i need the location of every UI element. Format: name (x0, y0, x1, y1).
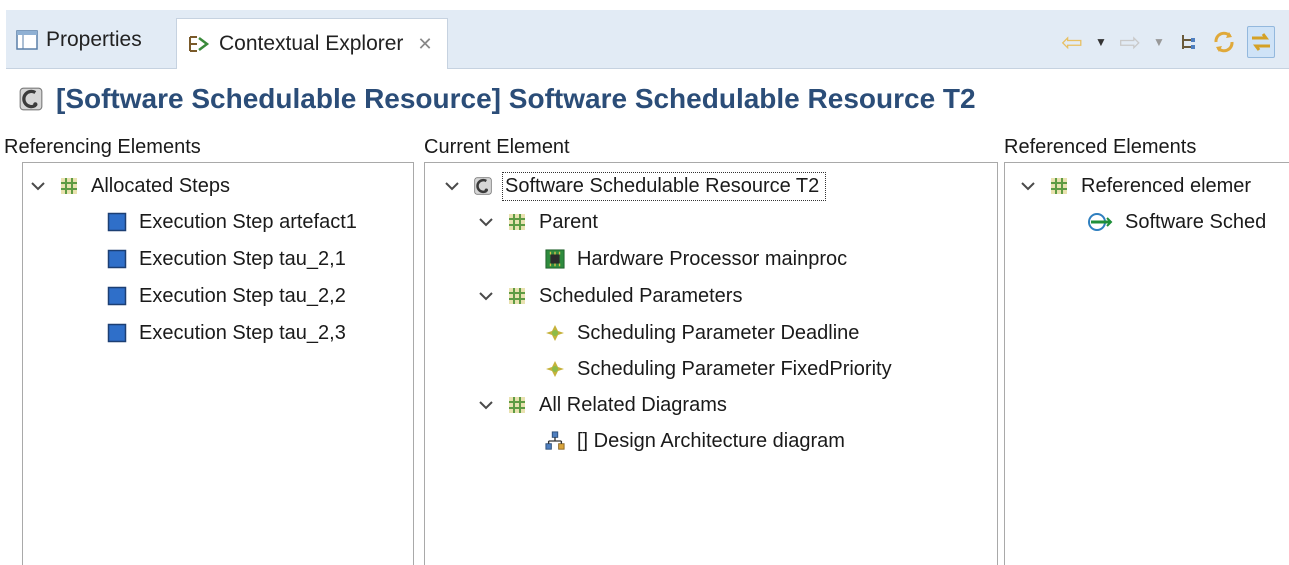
chevron-down-icon[interactable] (1019, 177, 1037, 195)
tree-node-label: Referenced elemer (1081, 174, 1252, 197)
refresh-icon[interactable] (1211, 27, 1237, 57)
tree-node-label: [] Design Architecture diagram (577, 429, 845, 452)
tree-node-label: Software Sched (1125, 210, 1267, 233)
referencing-elements-tree[interactable]: Allocated Steps Execution Step artefact1… (22, 162, 414, 565)
tree-node-label: All Related Diagrams (539, 393, 727, 416)
tree-node-design-diagram[interactable]: [] Design Architecture diagram (545, 424, 845, 458)
tree-node-software-schedulable[interactable]: Software Sched (1087, 205, 1266, 239)
chevron-down-icon[interactable] (443, 177, 461, 195)
package-icon (59, 176, 79, 196)
tree-node-execution-step[interactable]: Execution Step tau_2,1 (107, 242, 346, 276)
scheduling-parameter-icon (545, 359, 565, 379)
tree-node-label: Execution Step tau_2,2 (139, 284, 346, 307)
software-schedulable-resource-icon (18, 86, 44, 112)
execution-step-icon (107, 249, 127, 269)
tree-layout-icon[interactable] (1175, 27, 1201, 57)
scheduling-parameter-icon (545, 323, 565, 343)
tree-node-current-element[interactable]: Software Schedulable Resource T2 (443, 169, 827, 203)
tree-node-label: Execution Step tau_2,3 (139, 321, 346, 344)
tree-node-scheduling-parameter[interactable]: Scheduling Parameter FixedPriority (545, 352, 892, 386)
tree-node-execution-step[interactable]: Execution Step artefact1 (107, 205, 357, 239)
forward-arrow-icon[interactable]: ⇨ (1117, 27, 1143, 57)
package-icon (507, 212, 527, 232)
current-element-label: Current Element (424, 136, 570, 158)
referenced-elements-tree[interactable]: Referenced elemer Software Sched (1004, 162, 1289, 565)
software-schedulable-resource-icon (473, 176, 493, 196)
tree-node-label: Software Schedulable Resource T2 (501, 171, 827, 201)
back-dropdown-icon[interactable]: ▼ (1095, 27, 1107, 57)
diagram-icon (545, 431, 565, 451)
current-element-tree[interactable]: Software Schedulable Resource T2 Parent … (424, 162, 998, 565)
tree-node-label: Scheduling Parameter Deadline (577, 321, 860, 344)
tree-node-referenced-elements[interactable]: Referenced elemer (1019, 169, 1251, 203)
tree-node-all-related-diagrams[interactable]: All Related Diagrams (477, 388, 727, 422)
view-tab-bar: Properties Contextual Explorer ✕ ⇦ ▼ ⇨ ▼ (6, 10, 1289, 69)
tree-node-execution-step[interactable]: Execution Step tau_2,2 (107, 279, 346, 313)
tab-contextual-explorer[interactable]: Contextual Explorer ✕ (176, 18, 448, 69)
tree-node-scheduled-parameters[interactable]: Scheduled Parameters (477, 279, 742, 313)
tree-node-label: Scheduling Parameter FixedPriority (577, 357, 892, 380)
tree-node-allocated-steps[interactable]: Allocated Steps (29, 169, 230, 203)
hardware-processor-icon (545, 249, 565, 269)
tree-node-execution-step[interactable]: Execution Step tau_2,3 (107, 316, 346, 350)
tree-node-label: Allocated Steps (91, 174, 230, 197)
back-arrow-icon[interactable]: ⇦ (1059, 27, 1085, 57)
tree-node-label: Scheduled Parameters (539, 284, 743, 307)
tree-node-scheduling-parameter[interactable]: Scheduling Parameter Deadline (545, 316, 859, 350)
execution-step-icon (107, 212, 127, 232)
package-icon (507, 395, 527, 415)
package-icon (1049, 176, 1069, 196)
chevron-down-icon[interactable] (29, 177, 47, 195)
tree-node-hardware-processor[interactable]: Hardware Processor mainproc (545, 242, 847, 276)
referenced-elements-label: Referenced Elements (1004, 136, 1197, 158)
tab-properties-label: Properties (46, 28, 142, 51)
forward-dropdown-icon[interactable]: ▼ (1153, 27, 1165, 57)
tree-node-parent[interactable]: Parent (477, 205, 598, 239)
execution-step-icon (107, 323, 127, 343)
chevron-down-icon[interactable] (477, 396, 495, 414)
tree-node-label: Hardware Processor mainproc (577, 247, 848, 270)
tree-node-label: Execution Step artefact1 (139, 210, 357, 233)
view-toolbar: ⇦ ▼ ⇨ ▼ (1059, 26, 1275, 58)
tab-contextual-explorer-label: Contextual Explorer (219, 32, 404, 55)
package-icon (507, 286, 527, 306)
properties-icon (16, 30, 38, 50)
close-tab-icon[interactable]: ✕ (417, 34, 432, 55)
link-with-editor-icon[interactable] (1247, 26, 1275, 58)
element-header: [Software Schedulable Resource] Software… (6, 70, 1289, 128)
contextual-explorer-icon (187, 33, 211, 55)
referencing-elements-label: Referencing Elements (4, 136, 201, 158)
tab-properties[interactable]: Properties (16, 18, 142, 62)
tree-node-label: Execution Step tau_2,1 (139, 247, 346, 270)
software-schedulable-link-icon (1087, 212, 1113, 232)
chevron-down-icon[interactable] (477, 287, 495, 305)
execution-step-icon (107, 286, 127, 306)
tree-node-label: Parent (539, 210, 598, 233)
chevron-down-icon[interactable] (477, 213, 495, 231)
page-title: [Software Schedulable Resource] Software… (56, 83, 976, 114)
